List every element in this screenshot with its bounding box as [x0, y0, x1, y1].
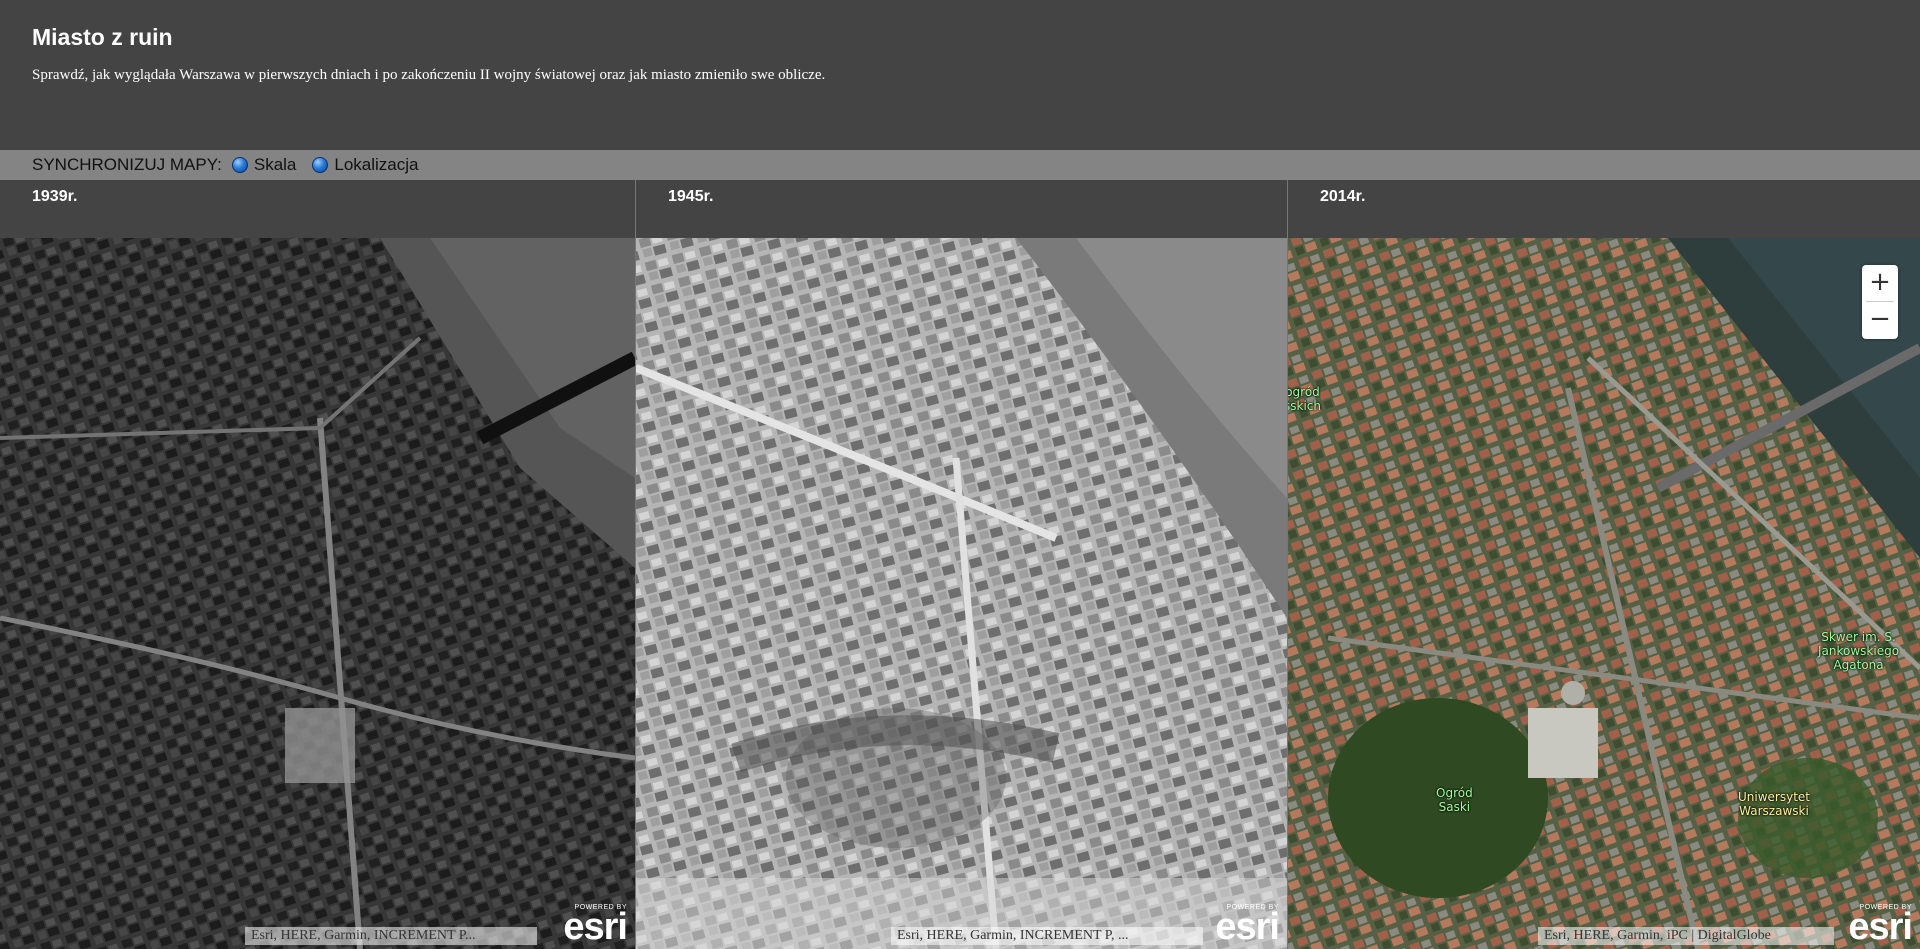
page-subtitle: Sprawdź, jak wyglądała Warszawa w pierws… — [32, 67, 826, 83]
map-label-uniwersytet: Uniwersytet Warszawski — [1738, 790, 1810, 818]
sync-label: SYNCHRONIZUJ MAPY: — [32, 155, 222, 174]
map-label-ogrod-saski: Ogród Saski — [1436, 786, 1473, 814]
panel-year-1945: 1945r. — [668, 188, 714, 205]
attribution-2014[interactable]: Esri, HERE, Garmin, iPC | DigitalGlobe — [1538, 927, 1834, 945]
page-title: Miasto z ruin — [32, 24, 173, 50]
map-label-ogrod-left: ogród sskich — [1288, 385, 1321, 413]
map-1945[interactable]: Esri, HERE, Garmin, INCREMENT P, ... POW… — [636, 238, 1287, 949]
esri-logo-2014[interactable]: POWERED BY esri — [1848, 904, 1913, 946]
map-label-skwer: Skwer im. S. Jankowskiego Agatona — [1818, 630, 1900, 672]
panel-header-2014: 2014r. — [1288, 180, 1920, 238]
sync-location-label[interactable]: Lokalizacja — [334, 155, 418, 175]
map-panel-1939: 1939r. Esri, HERE, Garmin, INCREMENT P..… — [0, 180, 635, 949]
panel-header-1939: 1939r. — [0, 180, 635, 238]
sync-scale-label[interactable]: Skala — [254, 155, 297, 175]
zoom-control: + − — [1862, 265, 1898, 339]
attribution-1945[interactable]: Esri, HERE, Garmin, INCREMENT P, ... — [891, 927, 1203, 945]
esri-logo-1939[interactable]: POWERED BY esri — [563, 904, 628, 946]
zoom-out-button[interactable]: − — [1862, 302, 1898, 338]
map-panel-1945: 1945r. Esri, HERE, Garmin, INCREMENT P, … — [636, 180, 1287, 949]
attribution-1939[interactable]: Esri, HERE, Garmin, INCREMENT P... — [245, 927, 537, 945]
sync-bar: SYNCHRONIZUJ MAPY: Skala Lokalizacja — [0, 150, 1920, 180]
sync-location-radio[interactable] — [312, 157, 329, 173]
panel-header-1945: 1945r. — [636, 180, 1287, 238]
zoom-in-button[interactable]: + — [1862, 265, 1898, 301]
map-1945-imagery — [636, 238, 1287, 949]
esri-logo-1945[interactable]: POWERED BY esri — [1215, 904, 1280, 946]
header: Miasto z ruin Sprawdź, jak wyglądała War… — [0, 0, 1920, 150]
map-2014-imagery — [1288, 238, 1920, 949]
map-2014[interactable]: ogród sskich Skwer im. S. Jankowskiego A… — [1288, 238, 1920, 949]
map-1939[interactable]: Esri, HERE, Garmin, INCREMENT P... POWER… — [0, 238, 635, 949]
map-1939-imagery — [0, 238, 635, 949]
map-panel-2014: 2014r. ogród skich Skwer im. S. Jankowsk… — [1288, 180, 1920, 949]
panel-year-2014: 2014r. — [1320, 188, 1366, 205]
sync-scale-radio[interactable] — [231, 157, 248, 173]
panel-year-1939: 1939r. — [32, 188, 78, 205]
